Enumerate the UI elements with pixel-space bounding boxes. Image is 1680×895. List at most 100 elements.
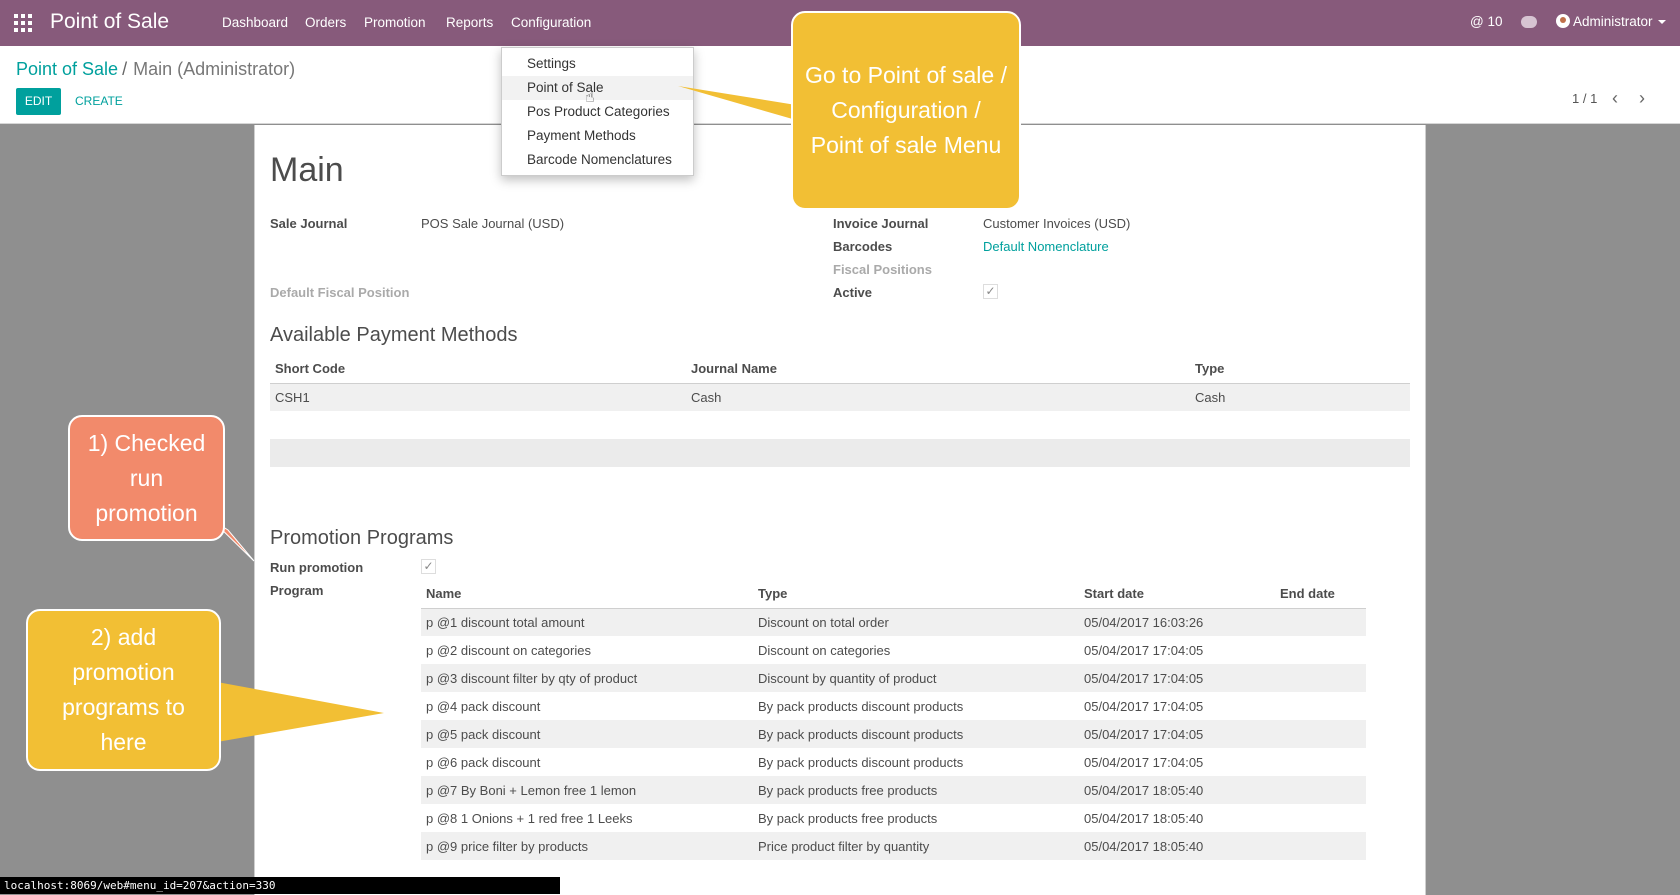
status-bar-url: localhost:8069/web#menu_id=207&action=33… <box>0 877 560 894</box>
cell-start-date: 05/04/2017 17:04:05 <box>1079 720 1275 748</box>
chevron-left-icon[interactable]: ‹ <box>1612 88 1618 109</box>
cell-name: p @2 discount on categories <box>426 642 591 658</box>
default-fiscal-position-label: Default Fiscal Position <box>270 285 410 300</box>
sale-journal-label: Sale Journal <box>270 216 348 231</box>
table-row[interactable]: p @5 pack discount By pack products disco… <box>421 720 1366 748</box>
cell-name: p @9 price filter by products <box>421 832 753 860</box>
record-title: Main <box>270 151 344 189</box>
invoice-journal-value[interactable]: Customer Invoices (USD) <box>983 216 1130 231</box>
cell-type: By pack products discount products <box>758 698 964 714</box>
chevron-right-icon[interactable]: › <box>1639 88 1645 109</box>
menu-item-barcode-nomenclatures[interactable]: Barcode Nomenclatures <box>502 148 693 172</box>
cell-start-date: 05/04/2017 16:03:26 <box>1079 608 1275 636</box>
breadcrumb-current: Main (Administrator) <box>133 59 296 79</box>
cell-end-date <box>1275 776 1366 804</box>
column-header[interactable]: Name <box>421 580 753 609</box>
cell-type: Price product filter by quantity <box>753 832 1079 860</box>
cell-start-date: 05/04/2017 17:04:05 <box>1084 642 1204 658</box>
callout-configuration-hint: Go to Point of sale / Configuration / Po… <box>791 11 1021 210</box>
column-header[interactable]: Type <box>753 580 1079 609</box>
cell-name: p @5 pack discount <box>421 720 753 748</box>
cell-end-date <box>1275 636 1366 664</box>
cell-type: By pack products discount products <box>753 720 1079 748</box>
menu-item-point-of-sale[interactable]: Point of Sale <box>502 76 693 100</box>
apps-menu-icon[interactable] <box>14 14 32 32</box>
table-row[interactable]: CSH1 Cash Cash <box>270 383 1410 411</box>
cell-name: p @1 discount total amount <box>421 608 753 636</box>
menu-reports[interactable]: Reports <box>446 15 493 30</box>
payment-methods-title: Available Payment Methods <box>270 324 518 346</box>
chat-icon[interactable] <box>1521 16 1537 28</box>
cell-start-date: 05/04/2017 17:04:05 <box>1084 698 1204 714</box>
menu-orders[interactable]: Orders <box>305 15 346 30</box>
cell-name: p @6 pack discount <box>426 754 541 770</box>
table-row[interactable]: p @9 price filter by products Price produ… <box>421 832 1366 860</box>
active-checkbox[interactable]: ✓ <box>983 284 998 299</box>
empty-field-bar <box>270 439 1410 467</box>
cell-short-code: CSH1 <box>270 383 686 411</box>
table-row[interactable]: p @4 pack discount By pack products disco… <box>421 692 1366 720</box>
cell-type: Discount by quantity of product <box>753 664 1079 692</box>
menu-configuration[interactable]: Configuration <box>511 15 591 30</box>
promotion-programs-title: Promotion Programs <box>270 527 454 549</box>
cell-type: By pack products free products <box>758 810 938 826</box>
column-header[interactable]: Type <box>1190 355 1410 384</box>
column-header[interactable]: Journal Name <box>686 355 1190 384</box>
active-label: Active <box>833 285 873 300</box>
barcodes-label: Barcodes <box>833 239 893 254</box>
table-row[interactable]: p @3 discount filter by qty of product Di… <box>421 664 1366 692</box>
menu-item-pos-product-categories[interactable]: Pos Product Categories <box>502 100 693 124</box>
cell-type: Discount on total order <box>753 608 1079 636</box>
fiscal-positions-label: Fiscal Positions <box>833 262 932 277</box>
cell-end-date <box>1275 664 1366 692</box>
cell-end-date <box>1275 748 1366 776</box>
column-header[interactable]: End date <box>1275 580 1366 609</box>
run-promotion-checkbox[interactable]: ✓ <box>421 559 436 574</box>
cell-name: p @4 pack discount <box>426 698 541 714</box>
menu-item-payment-methods[interactable]: Payment Methods <box>502 124 693 148</box>
table-row[interactable]: p @6 pack discount By pack products disco… <box>421 748 1366 776</box>
run-promotion-label: Run promotion <box>270 560 364 575</box>
configuration-dropdown: Settings Point of Sale Pos Product Categ… <box>501 47 694 176</box>
barcodes-link[interactable]: Default Nomenclature <box>983 239 1109 254</box>
cell-name: p @7 By Boni + Lemon free 1 lemon <box>421 776 753 804</box>
avatar <box>1556 14 1570 28</box>
table-row[interactable]: p @2 discount on categories Discount on c… <box>421 636 1366 664</box>
callout-add-programs: 2) add promotion programs to here <box>26 609 221 771</box>
breadcrumb-separator: / <box>122 59 128 79</box>
table-row[interactable]: p @7 By Boni + Lemon free 1 lemon By pack… <box>421 776 1366 804</box>
cell-end-date <box>1275 692 1366 720</box>
cell-name: p @8 1 Onions + 1 red free 1 Leeks <box>426 810 633 826</box>
cell-end-date <box>1275 608 1366 636</box>
cell-end-date <box>1275 832 1366 860</box>
cell-journal-name: Cash <box>686 383 1190 411</box>
breadcrumb: Point of Sale / Main (Administrator) <box>16 59 295 80</box>
cell-start-date: 05/04/2017 18:05:40 <box>1079 832 1275 860</box>
hand-cursor-icon: ☝ <box>585 89 595 106</box>
edit-button[interactable]: EDIT <box>16 88 61 115</box>
invoice-journal-label: Invoice Journal <box>833 216 929 231</box>
cell-start-date: 05/04/2017 18:05:40 <box>1079 776 1275 804</box>
program-table: Name Type Start date End date p @1 disco… <box>421 580 1366 860</box>
menu-dashboard[interactable]: Dashboard <box>222 15 288 30</box>
column-header[interactable]: Start date <box>1079 580 1275 609</box>
callout-run-promotion: 1) Checked run promotion <box>68 415 225 541</box>
cell-start-date: 05/04/2017 17:04:05 <box>1079 664 1275 692</box>
column-header[interactable]: Short Code <box>270 355 686 384</box>
app-title: Point of Sale <box>50 10 170 33</box>
notifications-counter[interactable]: @ 10 <box>1470 14 1502 29</box>
user-name: Administrator <box>1573 14 1653 29</box>
breadcrumb-parent[interactable]: Point of Sale <box>16 59 118 79</box>
menu-item-settings[interactable]: Settings <box>502 52 693 76</box>
cell-name: p @3 discount filter by qty of product <box>421 664 753 692</box>
create-button[interactable]: CREATE <box>75 94 123 108</box>
table-row[interactable]: p @1 discount total amount Discount on to… <box>421 608 1366 636</box>
table-row[interactable]: p @8 1 Onions + 1 red free 1 Leeks By pac… <box>421 804 1366 832</box>
payment-methods-table: Short Code Journal Name Type CSH1 Cash C… <box>270 355 1410 411</box>
form-sheet: Main Sale Journal POS Sale Journal (USD)… <box>254 125 1426 895</box>
user-menu[interactable]: Administrator <box>1556 14 1666 29</box>
cell-type: Cash <box>1190 383 1410 411</box>
sale-journal-value[interactable]: POS Sale Journal (USD) <box>421 216 564 231</box>
cell-type: By pack products free products <box>753 776 1079 804</box>
menu-promotion[interactable]: Promotion <box>364 15 426 30</box>
